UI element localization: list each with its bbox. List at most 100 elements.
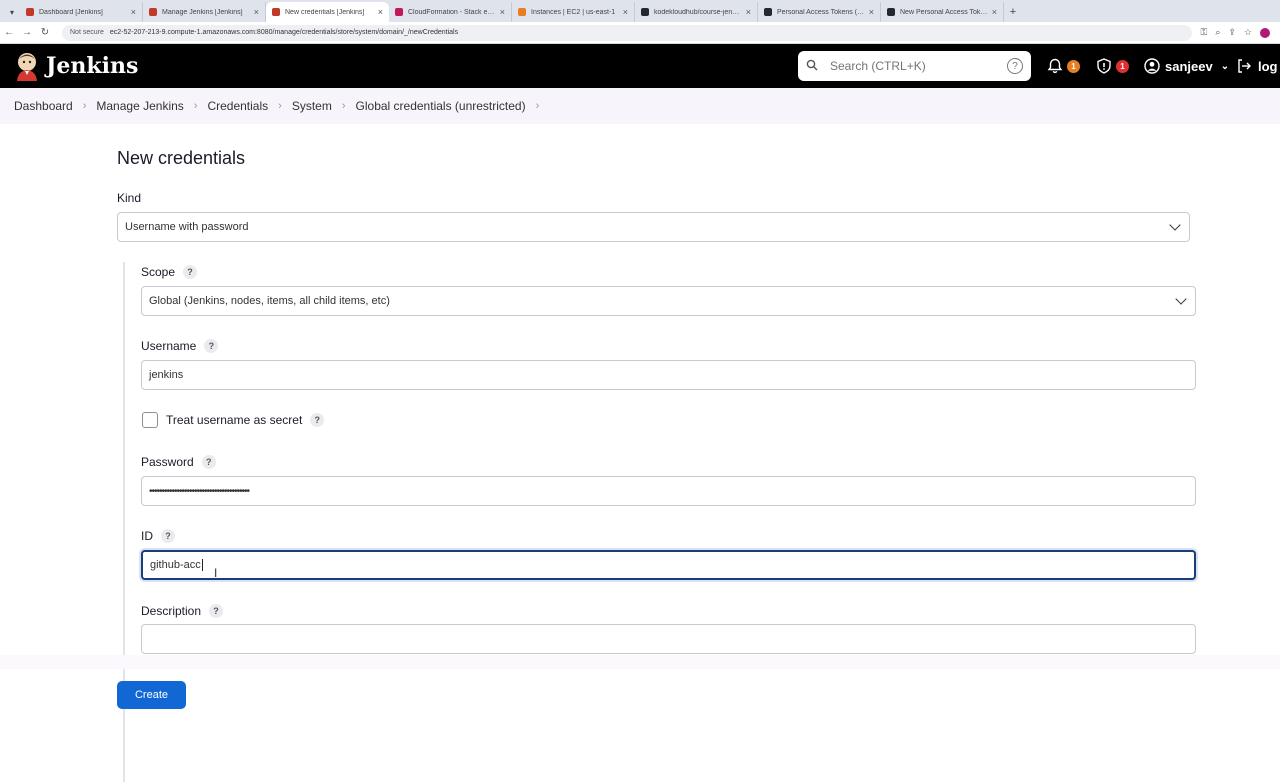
tab-favicon-icon bbox=[26, 8, 34, 16]
scope-selected-value: Global (Jenkins, nodes, items, all child… bbox=[149, 295, 390, 307]
tab-list-icon[interactable]: ▾ bbox=[4, 2, 20, 22]
password-value: •••••••••••••••••••••••••••••••••••••••• bbox=[149, 485, 250, 497]
tab-strip: Dashboard [Jenkins] × Manage Jenkins [Jenk… bbox=[20, 2, 1004, 22]
breadcrumb-credentials[interactable]: Credentials bbox=[207, 99, 268, 113]
treat-username-secret-checkbox[interactable] bbox=[142, 412, 158, 428]
chevron-right-icon: › bbox=[341, 100, 346, 112]
chevron-right-icon: › bbox=[278, 100, 282, 112]
tab-favicon-icon bbox=[395, 8, 403, 16]
bell-icon bbox=[1047, 58, 1063, 74]
breadcrumb-manage-jenkins[interactable]: Manage Jenkins bbox=[96, 99, 183, 113]
id-value: github-acc bbox=[150, 559, 201, 571]
id-label: ID? bbox=[141, 529, 175, 543]
scope-select[interactable]: Global (Jenkins, nodes, items, all child… bbox=[141, 286, 1196, 316]
tab-favicon-icon bbox=[887, 8, 895, 16]
new-tab-button[interactable]: + bbox=[1004, 2, 1022, 22]
url-text: ec2-52-207-213-9.compute-1.amazonaws.com… bbox=[109, 29, 459, 36]
browser-tab[interactable]: kodekloudhub/course-jenkins-... × bbox=[635, 2, 758, 22]
password-label: Password? bbox=[141, 455, 216, 469]
notifications-button[interactable]: 1 bbox=[1047, 44, 1080, 88]
chevron-right-icon[interactable]: › bbox=[536, 100, 540, 112]
jenkins-butler-icon bbox=[17, 53, 37, 81]
close-icon[interactable]: × bbox=[254, 7, 259, 17]
username-label: Username? bbox=[141, 339, 219, 353]
close-icon[interactable]: × bbox=[500, 7, 505, 17]
tab-label: CloudFormation - Stack eksctl-... bbox=[408, 8, 496, 16]
treat-username-secret-label[interactable]: Treat username as secret? bbox=[166, 413, 325, 427]
browser-tab[interactable]: New credentials [Jenkins] × bbox=[266, 2, 389, 22]
logout-link[interactable]: log out bbox=[1236, 44, 1280, 88]
kind-select[interactable]: Username with password bbox=[117, 212, 1190, 242]
treat-secret-help-icon[interactable]: ? bbox=[310, 413, 325, 427]
username-field[interactable]: jenkins bbox=[141, 360, 1196, 390]
password-help-icon[interactable]: ? bbox=[201, 455, 216, 469]
tab-label: Dashboard [Jenkins] bbox=[39, 8, 103, 16]
browser-tab[interactable]: CloudFormation - Stack eksctl-... × bbox=[389, 2, 512, 22]
breadcrumb-dashboard[interactable]: Dashboard bbox=[14, 99, 73, 113]
close-icon[interactable]: × bbox=[131, 7, 136, 17]
browser-tab[interactable]: Instances | EC2 | us-east-1 × bbox=[512, 2, 635, 22]
id-field[interactable]: github-acc bbox=[141, 550, 1196, 580]
password-field[interactable]: •••••••••••••••••••••••••••••••••••••••• bbox=[141, 476, 1196, 506]
logout-label: log out bbox=[1258, 58, 1280, 74]
close-icon[interactable]: × bbox=[378, 7, 383, 17]
id-help-icon[interactable]: ? bbox=[161, 529, 175, 543]
breadcrumb: Dashboard › Manage Jenkins › Credentials… bbox=[0, 88, 1280, 124]
tab-favicon-icon bbox=[518, 8, 526, 16]
user-name: sanjeev bbox=[1165, 58, 1213, 74]
security-badge: 1 bbox=[1116, 59, 1129, 73]
close-icon[interactable]: × bbox=[623, 7, 628, 17]
app-name: Jenkins bbox=[46, 53, 139, 79]
chevron-right-icon: › bbox=[193, 100, 198, 112]
kind-label: Kind bbox=[117, 191, 142, 205]
description-field[interactable] bbox=[141, 624, 1196, 654]
tab-favicon-icon bbox=[149, 8, 157, 16]
create-button[interactable]: Create bbox=[117, 681, 186, 709]
close-icon[interactable]: × bbox=[992, 7, 997, 17]
close-icon[interactable]: × bbox=[869, 7, 874, 17]
url-field[interactable]: Not secure ec2-52-207-213-9.compute-1.am… bbox=[62, 24, 1193, 41]
breadcrumb-global-credentials[interactable]: Global credentials (unrestricted) bbox=[356, 99, 526, 113]
tab-label: New Personal Access Token (Cl... bbox=[900, 8, 988, 16]
tab-label: kodekloudhub/course-jenkins-... bbox=[654, 8, 742, 16]
notifications-badge: 1 bbox=[1067, 59, 1080, 73]
browser-toolbar-icons: ⚿ ⌕ ⇪ ☆ bbox=[1200, 27, 1280, 38]
tab-label: Manage Jenkins [Jenkins] bbox=[162, 8, 243, 16]
breadcrumb-system[interactable]: System bbox=[292, 99, 332, 113]
logout-icon bbox=[1238, 59, 1251, 73]
page-title: New credentials bbox=[117, 148, 246, 168]
key-icon[interactable]: ⚿ bbox=[1200, 27, 1207, 38]
search-input[interactable] bbox=[830, 59, 1007, 73]
address-bar: ← → ↻ Not secure ec2-52-207-213-9.comput… bbox=[0, 22, 1280, 44]
security-button[interactable]: 1 bbox=[1096, 44, 1129, 88]
browser-tab[interactable]: New Personal Access Token (Cl... × bbox=[881, 2, 1004, 22]
browser-tab[interactable]: Dashboard [Jenkins] × bbox=[20, 2, 143, 22]
tab-favicon-icon bbox=[764, 8, 772, 16]
username-help-icon[interactable]: ? bbox=[204, 339, 219, 353]
scope-label: Scope? bbox=[141, 265, 198, 279]
share-icon[interactable]: ⇪ bbox=[1228, 27, 1236, 38]
bookmark-star-icon[interactable]: ☆ bbox=[1244, 27, 1252, 38]
tab-label: Instances | EC2 | us-east-1 bbox=[531, 8, 616, 16]
back-icon[interactable]: ← bbox=[0, 27, 18, 38]
zoom-icon[interactable]: ⌕ bbox=[1215, 27, 1220, 38]
search-help-icon[interactable]: ? bbox=[1007, 58, 1023, 74]
not-secure-label[interactable]: Not secure bbox=[70, 29, 104, 36]
browser-tab[interactable]: Personal Access Tokens (Classic) × bbox=[758, 2, 881, 22]
jenkins-logo-link[interactable]: Jenkins bbox=[14, 51, 138, 81]
user-menu[interactable]: sanjeev ⌄ bbox=[1144, 44, 1229, 88]
forward-icon[interactable]: → bbox=[18, 27, 36, 38]
scope-help-icon[interactable]: ? bbox=[183, 265, 198, 279]
browser-tab[interactable]: Manage Jenkins [Jenkins] × bbox=[143, 2, 266, 22]
close-icon[interactable]: × bbox=[746, 7, 751, 17]
search-icon bbox=[806, 59, 824, 74]
description-help-icon[interactable]: ? bbox=[209, 604, 224, 618]
text-cursor-icon: I bbox=[214, 566, 218, 580]
reload-icon[interactable]: ↻ bbox=[36, 27, 54, 38]
username-value: jenkins bbox=[149, 369, 184, 381]
search-box[interactable]: ? bbox=[798, 51, 1031, 81]
browser-profile-avatar[interactable] bbox=[1260, 27, 1270, 38]
jenkins-header: Jenkins ? 1 1 sanjeev ⌄ log out bbox=[0, 44, 1280, 88]
chevron-down-icon bbox=[1175, 293, 1187, 305]
chevron-down-icon bbox=[1169, 219, 1181, 231]
